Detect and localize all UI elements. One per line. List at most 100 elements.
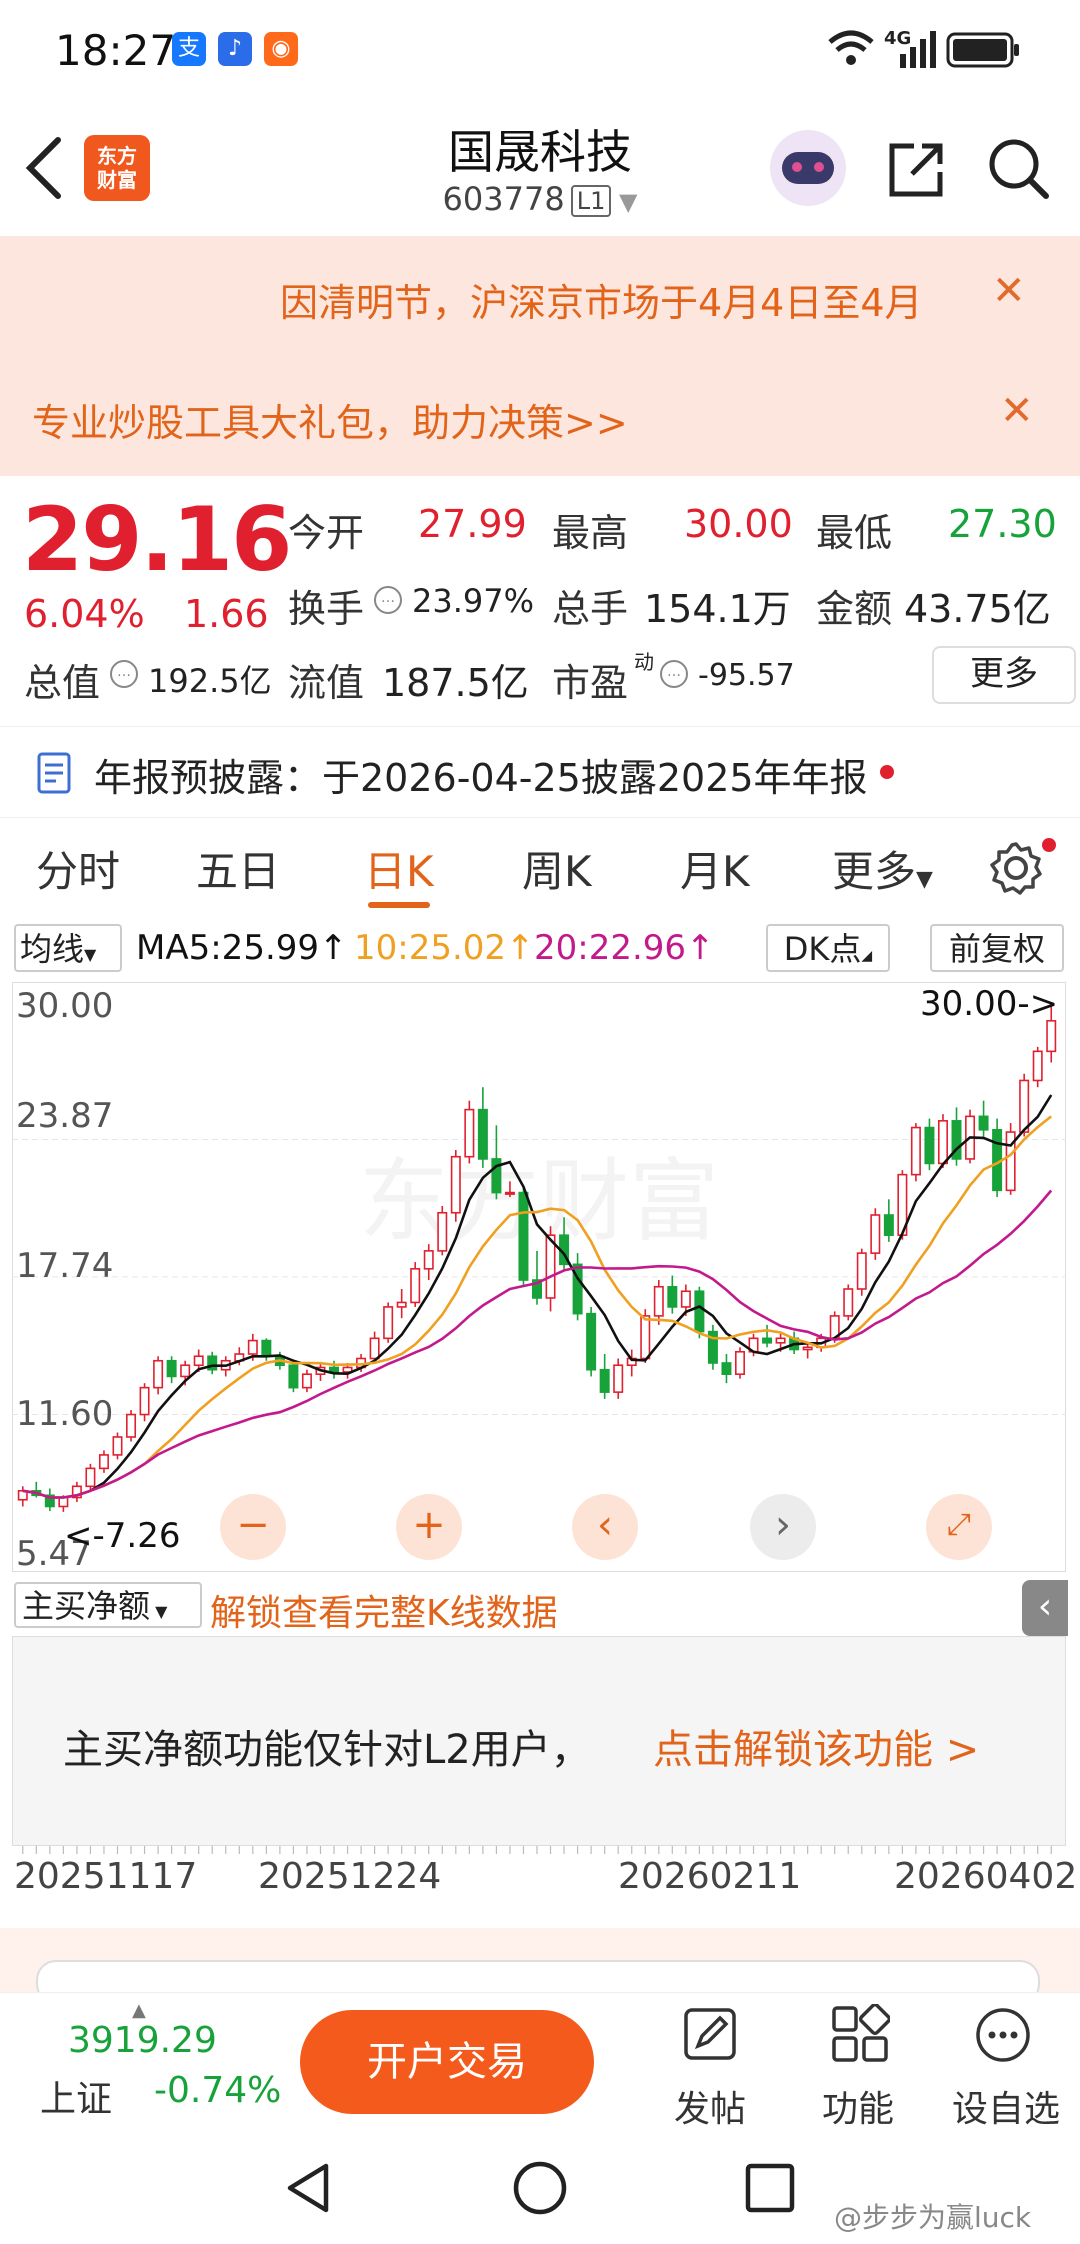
kline-chart[interactable]: 东方财富 <box>12 982 1066 1572</box>
adjust-button[interactable]: 前复权 <box>930 924 1064 972</box>
candle-body <box>126 1413 137 1438</box>
candle-body <box>396 1301 407 1308</box>
more-dots-icon[interactable] <box>974 2006 1032 2064</box>
system-nav-bar: @步步为赢luck <box>0 2126 1080 2244</box>
tab-weekly-k[interactable]: 周K <box>522 838 592 899</box>
candle-body <box>423 1250 434 1270</box>
status-bar: 18:27 支 ♪ ◉ 4G <box>0 0 1080 100</box>
y-tick-label: 11.60 <box>16 1394 114 1434</box>
promo-notice[interactable]: 专业炒股工具大礼包，助力决策>> <box>32 392 628 447</box>
candle-body <box>775 1337 786 1344</box>
candle-body <box>937 1120 948 1165</box>
fullscreen-button[interactable]: ⤢ <box>926 1494 992 1560</box>
pan-left-button[interactable]: ‹ <box>572 1494 638 1560</box>
new-dot <box>880 765 894 779</box>
gear-icon[interactable] <box>988 840 1044 896</box>
nav-recents-icon[interactable] <box>742 2160 798 2216</box>
level-badge: L1 <box>570 185 612 217</box>
ma10-value: 10:25.02↑ <box>354 928 535 968</box>
volume-label: 总手 <box>552 587 629 631</box>
alipay-icon: 支 <box>172 32 206 66</box>
chevron-down-icon: ▼ <box>150 1602 168 1621</box>
tab-more-label: 更多 <box>832 847 917 896</box>
pe-value: -95.57 <box>698 658 795 693</box>
candle-body <box>721 1362 732 1375</box>
nav-home-icon[interactable] <box>510 2158 570 2218</box>
candle-body <box>450 1155 461 1214</box>
nav-back-icon[interactable] <box>282 2160 338 2216</box>
dk-point-button[interactable]: DK点◢ <box>766 924 890 972</box>
watchlist-label[interactable]: 设自选 <box>952 2080 1060 2132</box>
candle-body <box>667 1285 678 1308</box>
info-icon[interactable]: … <box>110 660 138 688</box>
candle-body <box>1046 1020 1057 1053</box>
close-icon[interactable]: ✕ <box>992 268 1026 314</box>
pan-right-button[interactable]: › <box>750 1494 816 1560</box>
close-icon[interactable]: ✕ <box>1000 388 1034 434</box>
info-icon[interactable]: … <box>374 586 402 614</box>
battery-icon <box>946 32 1019 68</box>
index-value: 3919.29 <box>68 2020 217 2061</box>
ai-assistant-avatar[interactable] <box>770 130 846 206</box>
y-tick-label: 23.87 <box>16 1096 114 1136</box>
candle-body <box>640 1315 651 1360</box>
index-name: 上证 <box>40 2079 113 2120</box>
info-icon[interactable]: … <box>660 660 688 688</box>
candle-body <box>518 1191 529 1281</box>
expand-up-icon[interactable]: ▲ <box>132 2000 146 2021</box>
indicator-selector-label: 均线 <box>20 930 85 968</box>
low-value: 27.30 <box>948 502 1057 546</box>
voice-app-icon: ♪ <box>218 32 252 66</box>
low-label: 最低 <box>816 511 893 555</box>
high-value: 30.00 <box>684 502 793 546</box>
candle-body <box>653 1285 664 1317</box>
volume-value: 154.1万 <box>644 587 791 631</box>
report-banner[interactable]: 年报预披露：于2026-04-25披露2025年年报 <box>0 726 1080 818</box>
share-icon[interactable] <box>884 138 948 202</box>
unlock-kline-link[interactable]: 解锁查看完整K线数据 <box>210 1584 558 1636</box>
candle-body <box>694 1290 705 1333</box>
candle-body <box>856 1252 867 1290</box>
zoom-in-button[interactable]: + <box>396 1494 462 1560</box>
unlock-function-link[interactable]: 点击解锁该功能 > <box>653 1717 979 1775</box>
indicator-panel: 主买净额功能仅针对L2用户， 点击解锁该功能 > <box>12 1636 1066 1846</box>
post-label[interactable]: 发帖 <box>674 2080 746 2132</box>
candle-body <box>802 1346 813 1351</box>
search-icon[interactable] <box>986 136 1052 202</box>
candle-body <box>247 1339 258 1355</box>
max-price-label: 30.00-> <box>920 984 1059 1024</box>
indicator-selector[interactable]: 均线▼ <box>14 924 122 972</box>
dk-point-label: DK点 <box>783 930 862 968</box>
more-button[interactable]: 更多 <box>932 646 1076 704</box>
pe-label: 市盈 <box>552 661 629 705</box>
tab-timeshare[interactable]: 分时 <box>36 838 120 899</box>
candle-body <box>85 1467 96 1488</box>
min-price-label: <-7.26 <box>64 1516 181 1556</box>
grid-icon[interactable] <box>830 2004 890 2064</box>
edit-icon[interactable] <box>682 2006 738 2062</box>
wifi-icon <box>828 30 874 65</box>
tab-daily-k[interactable]: 日K <box>364 838 434 899</box>
functions-label[interactable]: 功能 <box>822 2080 894 2132</box>
tab-five-day[interactable]: 五日 <box>196 838 280 899</box>
chevron-down-icon: ▼ <box>916 867 933 892</box>
tab-more[interactable]: 更多▼ <box>832 838 933 899</box>
candle-body <box>910 1126 921 1176</box>
holiday-notice[interactable]: 因清明节，沪深京市场于4月4日至4月 <box>280 272 960 327</box>
active-tab-indicator <box>368 902 430 908</box>
candle-body <box>680 1290 691 1308</box>
open-account-trade-button[interactable]: 开户交易 <box>300 2010 594 2114</box>
mktcap-value: 192.5亿 <box>148 662 272 700</box>
change-percent: 6.04% <box>24 592 145 636</box>
tab-monthly-k[interactable]: 月K <box>680 838 750 899</box>
collapse-tab[interactable]: ‹ <box>1022 1580 1068 1636</box>
report-text: 年报预披露：于2026-04-25披露2025年年报 <box>94 756 868 800</box>
pe-dynamic-mark: 动 <box>634 650 654 674</box>
candle-body <box>139 1386 150 1416</box>
candle-body <box>843 1288 854 1317</box>
zoom-out-button[interactable]: − <box>220 1494 286 1560</box>
sub-indicator-selector[interactable]: 主买净额 ▼ <box>14 1582 202 1628</box>
candle-body <box>870 1214 881 1254</box>
watermark-text: @步步为赢luck <box>834 2201 1032 2234</box>
bottom-card-strip <box>0 1928 1080 2004</box>
